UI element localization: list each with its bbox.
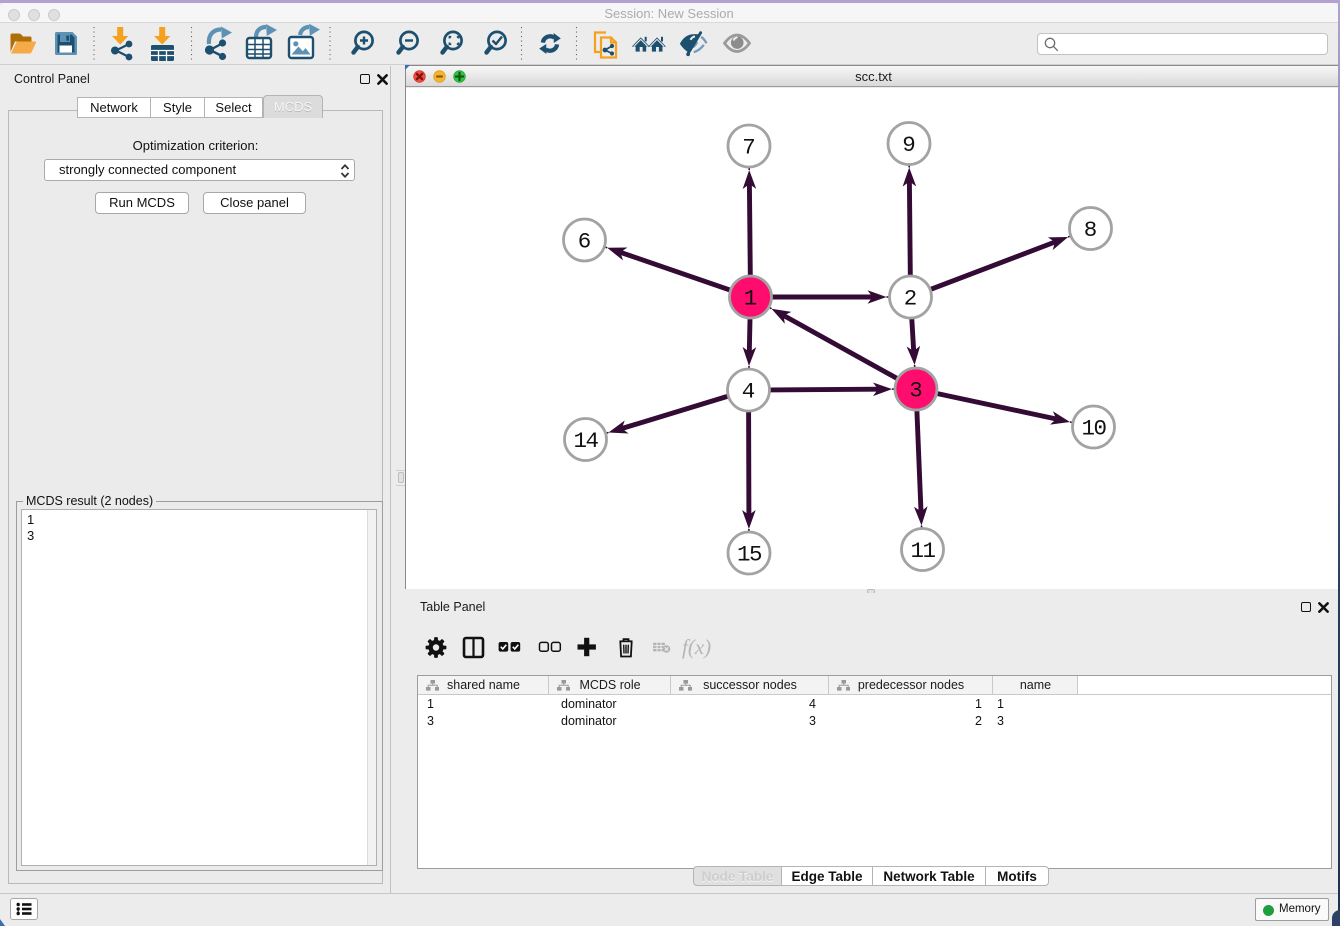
svg-text:9: 9 xyxy=(902,132,916,158)
svg-text:14: 14 xyxy=(573,428,598,454)
svg-text:1: 1 xyxy=(743,286,757,312)
svg-text:f(x): f(x) xyxy=(682,635,711,659)
svg-text:15: 15 xyxy=(736,542,761,568)
svg-text:3: 3 xyxy=(909,378,923,404)
svg-text:10: 10 xyxy=(1081,416,1106,442)
svg-text:7: 7 xyxy=(742,135,756,161)
svg-text:4: 4 xyxy=(741,379,755,405)
svg-text:6: 6 xyxy=(577,229,591,255)
svg-text:11: 11 xyxy=(910,538,935,564)
svg-text:2: 2 xyxy=(903,286,917,312)
svg-text:8: 8 xyxy=(1083,217,1097,243)
